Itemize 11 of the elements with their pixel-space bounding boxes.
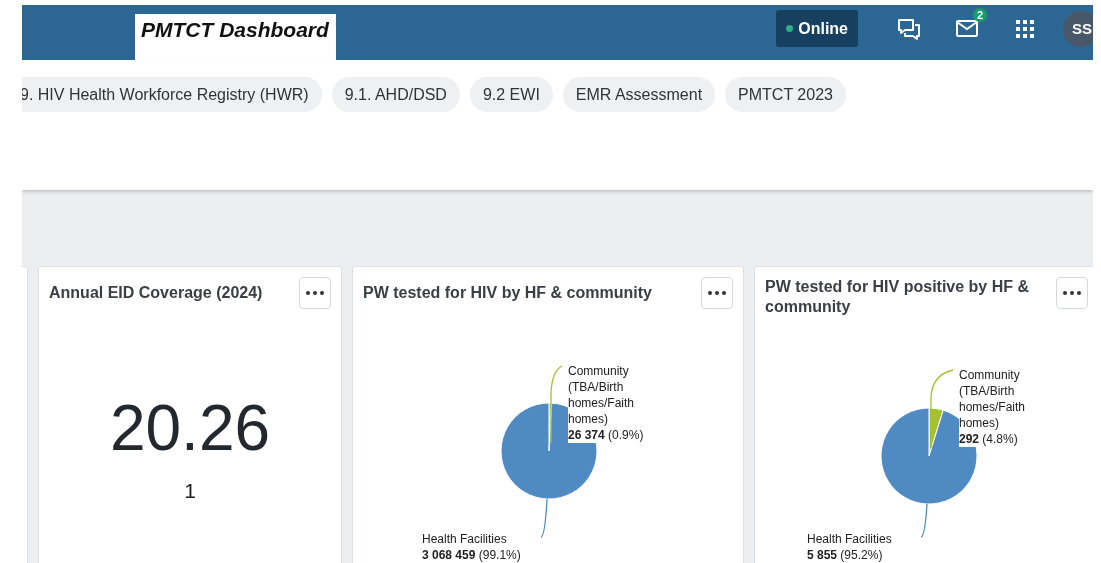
kpi-value: 20.26: [109, 393, 271, 463]
kpi-subtitle: 1: [184, 479, 196, 503]
card-title: Annual EID Coverage (2024): [49, 283, 263, 303]
dashboard-title: PMTCT Dashboard: [135, 14, 336, 60]
slice-value: 26 374 (0.9%): [568, 427, 644, 443]
slice-value: 5 855 (95.2%): [807, 547, 883, 563]
card-title: PW tested for HIV positive by HF & community: [765, 277, 1031, 317]
card-title: PW tested for HIV by HF & community: [363, 283, 652, 303]
mail-badge: 2: [972, 7, 987, 22]
slice-value: 3 068 459 (99.1%): [422, 547, 521, 563]
slice-value: 292 (4.8%): [959, 431, 1018, 447]
